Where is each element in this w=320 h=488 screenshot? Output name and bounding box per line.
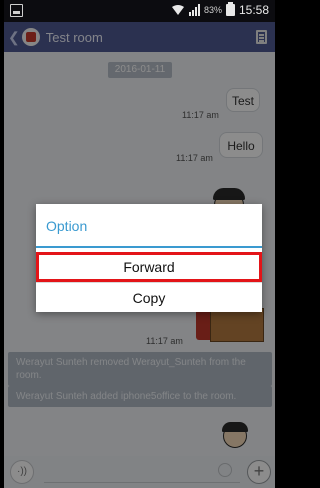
dialog-divider — [36, 246, 262, 248]
screenshot-notification-icon — [10, 4, 23, 17]
option-dialog: Option Forward Copy — [36, 204, 262, 312]
clock: 15:58 — [238, 3, 269, 17]
wifi-icon — [171, 5, 184, 15]
status-bar: 83% 15:58 — [4, 0, 275, 22]
battery-percent: 83% — [203, 5, 222, 15]
battery-icon — [225, 2, 235, 16]
phone-screen: 83% 15:58 ❮ Test room 2016-01-11 Test 11… — [4, 0, 275, 488]
dialog-title: Option — [46, 218, 88, 234]
forward-option[interactable]: Forward — [36, 252, 262, 282]
copy-option[interactable]: Copy — [36, 282, 262, 312]
signal-icon — [188, 4, 200, 16]
status-right: 83% 15:58 — [171, 2, 269, 17]
